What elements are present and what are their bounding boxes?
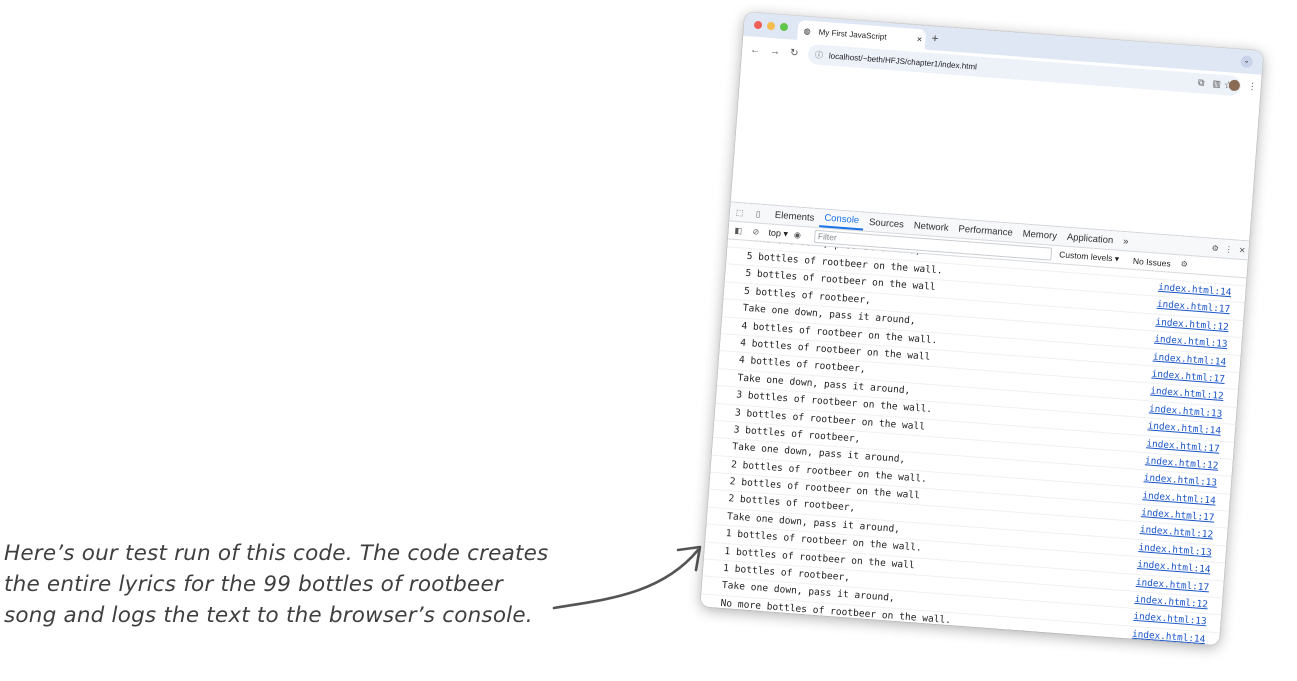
more-tabs-button[interactable]: » — [1118, 235, 1134, 247]
extensions-icon[interactable]: ⧉ — [1198, 77, 1205, 88]
annotation-text: Here’s our test run of this code. The co… — [4, 538, 564, 631]
tab-search-icon[interactable]: ⌄ — [1240, 55, 1254, 69]
tab-memory[interactable]: Memory — [1017, 228, 1062, 242]
tab-network[interactable]: Network — [908, 219, 954, 234]
profile-avatar[interactable] — [1228, 79, 1241, 92]
issues-counter[interactable]: No Issues — [1133, 255, 1171, 268]
new-tab-button[interactable]: + — [931, 31, 939, 45]
annotation-line-3: song and logs the text to the browser’s … — [4, 603, 533, 628]
annotation-line-2: the entire lyrics for the 99 bottles of … — [4, 572, 503, 597]
menu-kebab-icon[interactable]: ⋮ — [1247, 81, 1257, 93]
close-devtools-icon[interactable]: ✕ — [1236, 245, 1249, 255]
annotation-line-1: Here’s our test run of this code. The co… — [4, 541, 549, 566]
minimize-window-button[interactable] — [766, 21, 776, 31]
devtools-panel: ⬚ ▯ Elements Console Sources Network Per… — [700, 202, 1250, 646]
console-settings-icon[interactable]: ⚙ — [1180, 259, 1188, 269]
inspect-element-icon[interactable]: ⬚ — [736, 207, 751, 217]
clear-console-icon[interactable]: ⊘ — [752, 227, 765, 237]
tab-performance[interactable]: Performance — [953, 223, 1018, 239]
reload-icon[interactable]: ↻ — [790, 47, 799, 59]
tab-close-icon[interactable]: × — [913, 34, 926, 45]
tab-elements[interactable]: Elements — [769, 209, 819, 224]
log-levels-select[interactable]: Custom levels ▾ — [1059, 249, 1120, 264]
tab-sources[interactable]: Sources — [864, 216, 910, 230]
back-arrow-icon[interactable]: ← — [750, 44, 761, 56]
close-window-button[interactable] — [753, 20, 763, 30]
annotation-arrow-icon — [552, 545, 702, 610]
maximize-window-button[interactable] — [779, 22, 789, 32]
tab-application[interactable]: Application — [1062, 231, 1119, 246]
sidebar-toggle-icon[interactable]: ◧ — [734, 226, 747, 236]
globe-icon: ◍ — [803, 25, 812, 36]
tab-console[interactable]: Console — [818, 209, 865, 231]
side-panel-icon[interactable]: ▥ — [1212, 78, 1221, 90]
settings-gear-icon[interactable]: ⚙ — [1208, 243, 1222, 253]
window-controls — [753, 20, 789, 32]
devtools-menu-icon[interactable]: ⋮ — [1222, 244, 1237, 254]
eye-icon[interactable]: ◉ — [794, 230, 807, 240]
device-toggle-icon[interactable]: ▯ — [756, 209, 771, 219]
tab-title: My First JavaScript — [818, 27, 887, 42]
context-select[interactable]: top ▾ — [768, 227, 788, 239]
browser-window: ◍ My First JavaScript × + ⌄ ← → ↻ ⓘ loca… — [700, 12, 1264, 646]
console-output: Take one down, pass it around, 5 bottles… — [700, 239, 1247, 646]
forward-arrow-icon[interactable]: → — [770, 46, 781, 58]
site-info-icon[interactable]: ⓘ — [815, 49, 824, 61]
